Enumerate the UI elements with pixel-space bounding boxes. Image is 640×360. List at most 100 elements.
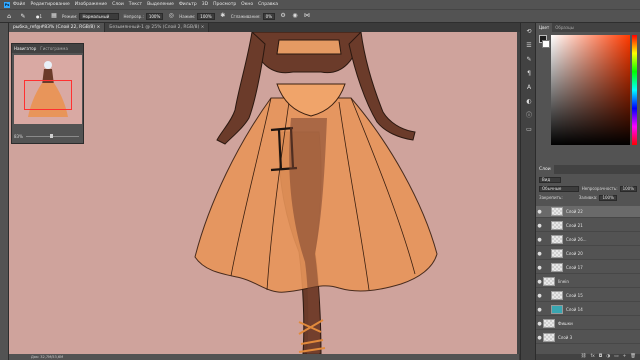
- layer-name: Слой 21: [566, 223, 583, 228]
- app-logo: Ps: [4, 1, 10, 8]
- navigator-icon[interactable]: ◐: [523, 97, 535, 107]
- link-layers-icon[interactable]: ⛓: [581, 354, 587, 360]
- mode-select[interactable]: Нормальный: [79, 12, 120, 20]
- opacity-field[interactable]: 100%: [145, 12, 164, 20]
- home-icon[interactable]: ⌂: [4, 11, 14, 21]
- pressure-field[interactable]: 100%: [197, 12, 215, 20]
- fx-icon[interactable]: fx: [590, 354, 594, 360]
- layer-row[interactable]: ● Слой 20: [536, 248, 640, 260]
- menu-help[interactable]: Справка: [258, 2, 278, 7]
- layer-thumbnail: [543, 277, 555, 286]
- color-field[interactable]: [551, 35, 630, 145]
- menu-text[interactable]: Текст: [129, 2, 142, 7]
- menu-edit[interactable]: Редактирование: [30, 2, 69, 7]
- smoothing-label: Сглаживание:: [230, 13, 261, 19]
- menu-filter[interactable]: Фильтр: [179, 2, 197, 7]
- properties-icon[interactable]: ☰: [523, 41, 535, 51]
- tab-swatches[interactable]: Образцы: [552, 23, 577, 32]
- layer-thumbnail: [551, 221, 563, 230]
- timeline-icon[interactable]: ▭: [523, 125, 535, 135]
- airbrush-icon[interactable]: ✱: [219, 12, 227, 20]
- document-tabs: рыбка_ref@#83% (Слой 22, RGB/8) × Безымя…: [9, 23, 519, 32]
- layer-name: linein: [558, 279, 569, 284]
- visibility-eye-icon[interactable]: ●: [536, 307, 543, 313]
- layer-opacity-label: Непрозрачность:: [581, 186, 618, 191]
- character-icon[interactable]: A: [523, 83, 535, 93]
- smoothing-field[interactable]: 0%: [262, 12, 276, 20]
- tab-navigator[interactable]: Навигатор: [12, 44, 38, 53]
- navigator-view-rect[interactable]: [24, 80, 72, 110]
- info-icon[interactable]: ⓘ: [523, 111, 535, 121]
- menu-file[interactable]: Файл: [13, 2, 25, 7]
- navigator-header: Навигатор Гистограмма: [12, 44, 83, 53]
- visibility-eye-icon[interactable]: ●: [536, 209, 543, 215]
- menu-3d[interactable]: 3D: [202, 2, 208, 7]
- layers-filter-select[interactable]: Вид: [539, 176, 561, 183]
- layer-name: Слой 14: [566, 307, 583, 312]
- hue-slider[interactable]: [632, 35, 637, 145]
- menu-layers[interactable]: Слои: [112, 2, 124, 7]
- menu-select[interactable]: Выделение: [147, 2, 174, 7]
- visibility-eye-icon[interactable]: ●: [536, 321, 543, 327]
- fill-label: Заливка:: [578, 195, 598, 200]
- visibility-eye-icon[interactable]: ●: [536, 251, 543, 257]
- gear-icon[interactable]: ⚙: [279, 12, 287, 20]
- visibility-eye-icon[interactable]: ●: [536, 335, 543, 341]
- layer-row[interactable]: ● Слой 26...: [536, 234, 640, 246]
- layer-name: Слой 3: [558, 335, 573, 340]
- visibility-eye-icon[interactable]: ●: [536, 237, 543, 243]
- menu-image[interactable]: Изображение: [75, 2, 107, 7]
- visibility-eye-icon[interactable]: ●: [536, 279, 543, 285]
- brush-tool-icon[interactable]: ✎: [18, 11, 28, 21]
- zoom-value[interactable]: 83%: [14, 134, 23, 139]
- layer-row[interactable]: ● Слой 15: [536, 290, 640, 302]
- layer-thumbnail: [543, 333, 555, 342]
- layer-row[interactable]: ● Слой 21: [536, 220, 640, 232]
- layer-row[interactable]: ● Слой 3: [536, 332, 640, 344]
- visibility-eye-icon[interactable]: ●: [536, 293, 543, 299]
- symmetry-icon[interactable]: ⋈: [303, 12, 311, 20]
- layers-footer: ⛓ fx ◘ ◑ ▭ + 🗑: [536, 354, 640, 360]
- layer-row[interactable]: ● Слой 17: [536, 262, 640, 274]
- brush-settings-icon[interactable]: ▦: [50, 12, 58, 20]
- tab-color[interactable]: Цвет: [536, 23, 553, 32]
- adjustment-icon[interactable]: ◑: [606, 354, 610, 360]
- brush-preset-picker[interactable]: ● 1: [32, 11, 46, 21]
- layer-name: Слой 22: [566, 209, 583, 214]
- layer-row[interactable]: ● Фишки: [536, 318, 640, 330]
- document-canvas[interactable]: [9, 32, 517, 354]
- layer-row[interactable]: ● Слой 22: [536, 206, 640, 218]
- menu-window[interactable]: Окно: [241, 2, 253, 7]
- navigator-panel: Навигатор Гистограмма 83%: [11, 43, 84, 144]
- zoom-slider[interactable]: [25, 134, 79, 138]
- paragraph-icon[interactable]: ¶: [523, 69, 535, 79]
- visibility-eye-icon[interactable]: ●: [536, 223, 543, 229]
- layer-opacity-field[interactable]: 100%: [619, 185, 637, 192]
- tab-document-active[interactable]: рыбка_ref@#83% (Слой 22, RGB/8) ×: [9, 23, 106, 32]
- layer-row[interactable]: ● linein: [536, 276, 640, 288]
- layer-row[interactable]: ● Слой 14: [536, 304, 640, 316]
- pressure-label: Нажим:: [179, 13, 196, 19]
- lock-label: Закрепить:: [539, 195, 563, 200]
- new-layer-icon[interactable]: +: [623, 354, 627, 360]
- tab-histogram[interactable]: Гистограмма: [38, 44, 70, 53]
- mask-icon[interactable]: ◘: [599, 354, 603, 360]
- background-color[interactable]: [542, 40, 550, 48]
- navigator-thumbnail[interactable]: [14, 55, 82, 124]
- menu-view[interactable]: Просмотр: [213, 2, 236, 7]
- pressure-opacity-icon[interactable]: ◎: [167, 12, 175, 20]
- artwork-top: [276, 39, 342, 55]
- pressure-size-icon[interactable]: ◉: [291, 12, 299, 20]
- menu-bar: Ps Файл Редактирование Изображение Слои …: [0, 0, 640, 9]
- visibility-eye-icon[interactable]: ●: [536, 265, 543, 271]
- fill-field[interactable]: 100%: [599, 194, 617, 201]
- layer-thumbnail: [551, 291, 563, 300]
- tab-layers[interactable]: Слои: [536, 165, 554, 174]
- trash-icon[interactable]: 🗑: [630, 354, 636, 360]
- tab-document-2[interactable]: Безымянный-1 @ 25% (Слой 2, RGB/8) ×: [105, 23, 210, 32]
- blend-mode-select[interactable]: Обычные: [539, 185, 579, 192]
- brush-panel-icon[interactable]: ✎: [523, 55, 535, 65]
- history-icon[interactable]: ⟲: [523, 27, 535, 37]
- folder-icon[interactable]: ▭: [614, 354, 618, 360]
- zoom-slider-knob[interactable]: [49, 134, 53, 138]
